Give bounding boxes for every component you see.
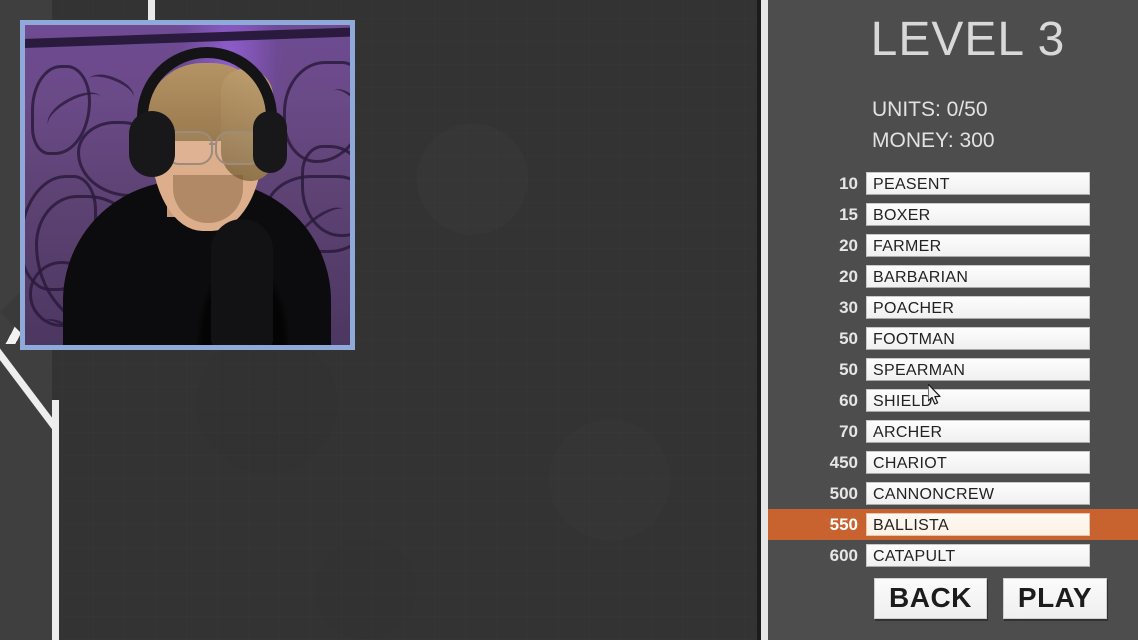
glasses-bridge [209,143,217,145]
unit-row-selected[interactable]: 550 BALLISTA [768,509,1138,540]
unit-row[interactable]: 20 FARMER [768,230,1138,261]
unit-cost: 70 [839,421,858,441]
unit-name: ARCHER [866,420,1090,443]
unit-cost: 20 [839,235,858,255]
unit-row[interactable]: 30 POACHER [768,292,1138,323]
unit-cost: 15 [839,204,858,224]
unit-row[interactable]: 20 BARBARIAN [768,261,1138,292]
unit-cost: 500 [829,483,858,503]
unit-cost: 600 [829,545,858,565]
unit-row[interactable]: 500 CANNONCREW [768,478,1138,509]
game-screen: LEVEL 3 UNITS: 0/50 MONEY: 300 10 PEASEN… [0,0,1138,640]
unit-name: SHIELD [866,389,1090,412]
unit-name: FARMER [866,234,1090,257]
money-stat: MONEY: 300 [872,129,995,152]
play-button[interactable]: PLAY [1002,578,1107,620]
unit-row[interactable]: 10 PEASENT [768,168,1138,199]
game-world-area[interactable] [0,0,762,640]
stats-block: UNITS: 0/50 MONEY: 300 [872,94,995,156]
rail-segment-bottom [52,400,59,640]
unit-cost: 550 [829,514,858,534]
unit-name: BALLISTA [866,513,1090,536]
headphones-earcup [129,111,175,177]
unit-row[interactable]: 600 CATAPULT [768,540,1138,571]
unit-name: SPEARMAN [866,358,1090,381]
panel-button-row: BACK PLAY [874,578,1124,620]
webcam-video [25,25,350,345]
unit-row[interactable]: 70 ARCHER [768,416,1138,447]
unit-name: CATAPULT [866,544,1090,567]
panel-divider [761,0,768,640]
unit-row[interactable]: 50 SPEARMAN [768,354,1138,385]
microphone [211,219,273,345]
unit-cost: 60 [839,390,858,410]
left-arrow-icon[interactable] [0,290,22,334]
unit-name: PEASENT [866,172,1090,195]
back-button[interactable]: BACK [874,578,987,620]
unit-name: BARBARIAN [866,265,1090,288]
unit-row-hovered[interactable]: 60 SHIELD [768,385,1138,416]
unit-row[interactable]: 15 BOXER [768,199,1138,230]
unit-cost: 10 [839,173,858,193]
unit-name: BOXER [866,203,1090,226]
unit-cost: 20 [839,266,858,286]
unit-name: CHARIOT [866,451,1090,474]
unit-cost: 50 [839,328,858,348]
page-title: LEVEL 3 [870,13,1066,66]
unit-list: 10 PEASENT 15 BOXER 20 FARMER 20 BARBARI… [768,168,1138,571]
unit-cost: 30 [839,297,858,317]
unit-cost: 50 [839,359,858,379]
headphones-earcup [253,111,287,173]
level-menu-panel: LEVEL 3 UNITS: 0/50 MONEY: 300 10 PEASEN… [768,0,1138,640]
unit-name: POACHER [866,296,1090,319]
unit-cost: 450 [829,452,858,472]
unit-row[interactable]: 50 FOOTMAN [768,323,1138,354]
unit-name: FOOTMAN [866,327,1090,350]
unit-name: CANNONCREW [866,482,1090,505]
units-stat: UNITS: 0/50 [872,98,988,121]
unit-row[interactable]: 450 CHARIOT [768,447,1138,478]
webcam-overlay [20,20,355,350]
